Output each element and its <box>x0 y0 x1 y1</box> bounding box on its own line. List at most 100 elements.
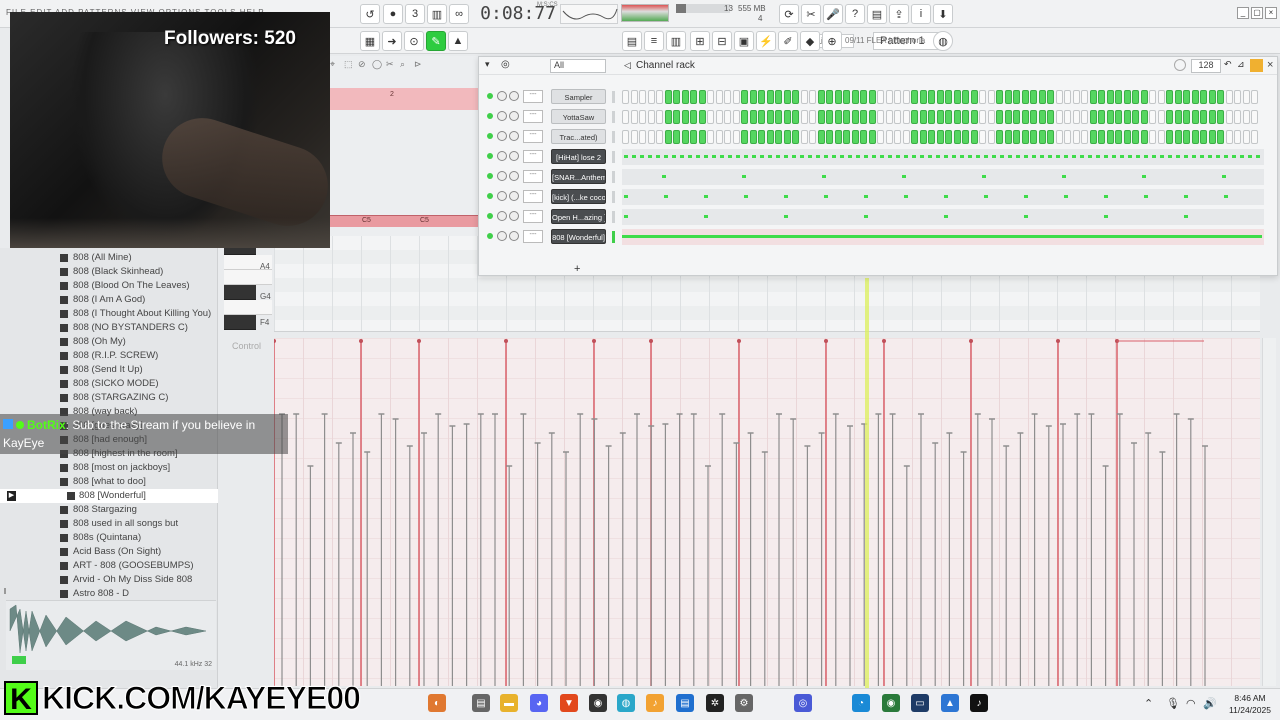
step-button[interactable] <box>945 90 952 104</box>
channel-rack-icon[interactable]: ⊞ <box>690 31 710 51</box>
step-button[interactable] <box>630 90 638 104</box>
step-button[interactable] <box>1242 110 1250 124</box>
note-preview-lane[interactable] <box>622 189 1264 205</box>
step-button[interactable] <box>1225 110 1233 124</box>
step-button[interactable] <box>970 90 978 104</box>
discord-taskbar-icon[interactable]: ◕ <box>530 694 548 712</box>
step-button[interactable] <box>885 90 893 104</box>
step-button[interactable] <box>826 130 833 144</box>
step-button[interactable] <box>1004 130 1012 144</box>
browser-item[interactable]: 808 (Send It Up) <box>0 363 218 377</box>
step-button[interactable] <box>843 110 850 124</box>
step-button[interactable] <box>1047 90 1054 104</box>
close-icon[interactable]: × <box>1265 7 1277 19</box>
save-icon[interactable]: ▤ <box>867 4 887 24</box>
browser-item[interactable]: 808 (Black Skinhead) <box>0 265 218 279</box>
step-button[interactable] <box>1081 90 1088 104</box>
channel-button[interactable]: 808 [Wonderful] <box>551 229 606 244</box>
step-button[interactable] <box>996 110 1003 124</box>
step-button[interactable] <box>1098 110 1105 124</box>
step-button[interactable] <box>783 110 791 124</box>
step-button[interactable] <box>1217 90 1224 104</box>
step-button[interactable] <box>715 130 723 144</box>
step-button[interactable] <box>1140 130 1148 144</box>
volume-knob-icon[interactable] <box>509 91 519 101</box>
step-button[interactable] <box>656 90 663 104</box>
step-button[interactable] <box>809 110 816 124</box>
step-button[interactable] <box>724 130 731 144</box>
step-button[interactable] <box>902 130 910 144</box>
channel-mute-led[interactable] <box>487 133 493 139</box>
step-button[interactable] <box>1200 110 1207 124</box>
pan-knob-icon[interactable] <box>497 191 507 201</box>
step-button[interactable] <box>1132 130 1139 144</box>
step-button[interactable] <box>894 90 901 104</box>
step-button[interactable] <box>1183 130 1190 144</box>
step-button[interactable] <box>681 110 689 124</box>
step-button[interactable] <box>885 110 893 124</box>
tiktok-taskbar-icon[interactable]: ♪ <box>970 694 988 712</box>
step-button[interactable] <box>1149 110 1156 124</box>
step-button[interactable] <box>1208 110 1216 124</box>
velocity-handle[interactable] <box>274 339 276 343</box>
channel-button[interactable]: Trac...ated) <box>551 129 606 144</box>
step-button[interactable] <box>800 130 808 144</box>
step-button[interactable] <box>741 90 748 104</box>
browser-item[interactable]: 808 (Oh My) <box>0 335 218 349</box>
step-button[interactable] <box>1055 90 1063 104</box>
step-button[interactable] <box>1089 130 1097 144</box>
wifi-icon[interactable]: ◠ <box>1186 697 1196 710</box>
channel-select-indicator[interactable] <box>612 211 615 223</box>
step-button[interactable] <box>1013 110 1020 124</box>
pan-knob-icon[interactable] <box>497 211 507 221</box>
step-button[interactable] <box>707 110 714 124</box>
loop-record-icon[interactable]: ∞ <box>449 4 469 24</box>
velocity-handle[interactable] <box>969 339 973 343</box>
step-button[interactable] <box>1038 90 1046 104</box>
chatgpt-taskbar-icon[interactable]: ✲ <box>706 694 724 712</box>
browser-scroll-arrow[interactable] <box>4 588 6 594</box>
browser-item[interactable]: 808 [what to doo] <box>0 475 218 489</box>
chrome-taskbar-icon[interactable]: ◉ <box>882 694 900 712</box>
clipboard-icon[interactable]: ▣ <box>734 31 754 51</box>
mixer-track-selector[interactable]: --- <box>523 170 543 183</box>
step-button[interactable] <box>1123 90 1131 104</box>
step-button[interactable] <box>1098 90 1105 104</box>
step-button[interactable] <box>664 130 672 144</box>
velocity-handle[interactable] <box>1056 339 1060 343</box>
channel-select-indicator[interactable] <box>612 231 615 243</box>
step-button[interactable] <box>936 130 944 144</box>
step-button[interactable] <box>656 130 663 144</box>
step-button[interactable] <box>673 90 680 104</box>
mixer-track-selector[interactable]: --- <box>523 210 543 223</box>
pan-knob-icon[interactable] <box>497 111 507 121</box>
channel-button[interactable]: [kick] (...ke coco <box>551 189 606 204</box>
step-button[interactable] <box>1021 90 1029 104</box>
step-button[interactable] <box>817 130 825 144</box>
minimize-icon[interactable]: _ <box>1237 7 1249 19</box>
step-button[interactable] <box>698 130 706 144</box>
browser-item[interactable]: 808 (STARGAZING C) <box>0 391 218 405</box>
step-button[interactable] <box>783 130 791 144</box>
play-icon[interactable]: ▶ <box>7 491 16 501</box>
step-button[interactable] <box>1021 130 1029 144</box>
pan-knob-icon[interactable] <box>497 91 507 101</box>
step-button[interactable] <box>826 110 833 124</box>
step-button[interactable] <box>1157 90 1165 104</box>
step-button[interactable] <box>962 130 969 144</box>
step-button[interactable] <box>1174 90 1182 104</box>
browser-item[interactable]: ▶ 808 [Wonderful] <box>0 489 218 503</box>
pan-knob-icon[interactable] <box>497 171 507 181</box>
rack-undo-icon[interactable]: ↶ <box>1224 59 1232 70</box>
note-preview-lane[interactable] <box>622 229 1264 245</box>
paint-icon[interactable]: ▲ <box>448 31 468 51</box>
step-button[interactable] <box>911 110 918 124</box>
info-icon[interactable]: i <box>911 4 931 24</box>
terminal-taskbar-icon[interactable]: ▭ <box>911 694 929 712</box>
step-button[interactable] <box>826 90 833 104</box>
note-preview-lane[interactable] <box>622 149 1264 165</box>
step-button[interactable] <box>1157 110 1165 124</box>
piano-keyboard[interactable]: A4 G4 F4 <box>224 240 272 332</box>
step-button[interactable] <box>749 90 757 104</box>
step-button[interactable] <box>1234 110 1241 124</box>
